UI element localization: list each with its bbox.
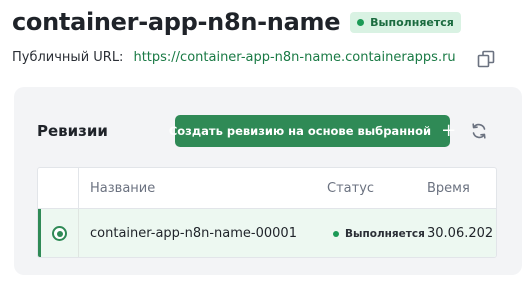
table-row[interactable]: container-app-n8n-name-00001 Выполняется…: [38, 209, 496, 257]
copy-icon[interactable]: [477, 50, 495, 68]
app-header: container-app-n8n-name Выполняется: [12, 8, 461, 36]
page-title: container-app-n8n-name: [12, 8, 341, 36]
revision-name: container-app-n8n-name-00001: [90, 226, 297, 241]
create-revision-button[interactable]: Создать ревизию на основе выбранной +: [169, 115, 456, 147]
column-header-name[interactable]: Название: [90, 181, 155, 196]
table-header: Название Статус Время: [38, 168, 496, 209]
column-divider: [78, 209, 79, 257]
status-dot-icon: [333, 231, 339, 237]
public-url-row: Публичный URL: https://container-app-n8n…: [12, 50, 456, 65]
revision-status-label: Выполняется: [345, 228, 425, 240]
plus-icon: +: [441, 120, 457, 141]
column-header-status[interactable]: Статус: [327, 181, 374, 196]
row-select-radio[interactable]: [52, 226, 67, 241]
status-badge: Выполняется: [350, 11, 461, 33]
refresh-icon[interactable]: [470, 122, 488, 140]
revisions-table: Название Статус Время container-app-n8n-…: [37, 167, 497, 258]
public-url-label: Публичный URL:: [12, 50, 124, 65]
revision-status: Выполняется: [333, 228, 425, 240]
public-url-link[interactable]: https://container-app-n8n-name.container…: [133, 50, 455, 65]
column-divider: [78, 168, 79, 209]
revisions-title: Ревизии: [37, 122, 108, 140]
create-revision-button-label: Создать ревизию на основе выбранной: [168, 124, 432, 138]
column-header-time[interactable]: Время: [427, 181, 470, 196]
status-badge-label: Выполняется: [370, 15, 454, 29]
revision-time: 30.06.202: [427, 226, 494, 241]
status-dot-icon: [357, 18, 365, 26]
